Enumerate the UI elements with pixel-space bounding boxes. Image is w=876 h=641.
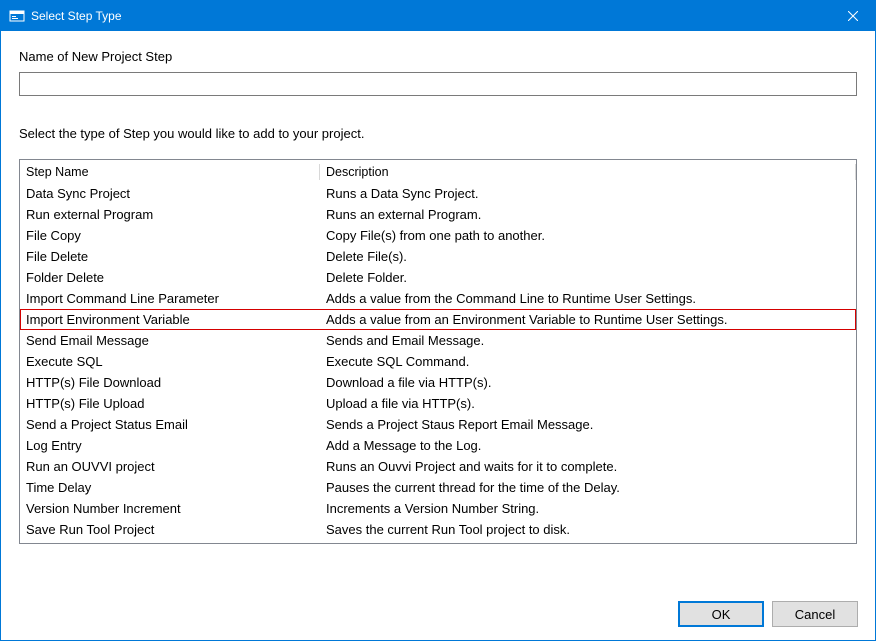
step-description-cell: Upload a file via HTTP(s). (321, 396, 855, 411)
step-name-cell: Folder Delete (21, 270, 321, 285)
close-icon (848, 11, 858, 21)
step-name-cell: Time Delay (21, 480, 321, 495)
dialog-content: Name of New Project Step Select the type… (1, 31, 875, 562)
step-name-cell: Log Entry (21, 438, 321, 453)
list-item[interactable]: Import Environment VariableAdds a value … (20, 309, 856, 330)
list-item[interactable]: Run an OUVVI projectRuns an Ouvvi Projec… (20, 456, 856, 477)
list-item[interactable]: Save Run Tool ProjectSaves the current R… (20, 519, 856, 540)
list-item[interactable]: File DeleteDelete File(s). (20, 246, 856, 267)
window-title: Select Step Type (31, 9, 830, 23)
step-description-cell: Increments a Version Number String. (321, 501, 855, 516)
step-description-cell: Runs an external Program. (321, 207, 855, 222)
step-name-cell: HTTP(s) File Upload (21, 396, 321, 411)
list-item[interactable]: Log EntryAdd a Message to the Log. (20, 435, 856, 456)
step-description-cell: Execute SQL Command. (321, 354, 855, 369)
step-description-cell: Copy File(s) from one path to another. (321, 228, 855, 243)
step-name-cell: File Copy (21, 228, 321, 243)
step-name-cell: Send Email Message (21, 333, 321, 348)
step-name-cell: Import Environment Variable (21, 312, 321, 327)
step-description-cell: Runs an Ouvvi Project and waits for it t… (321, 459, 855, 474)
list-item[interactable]: File CopyCopy File(s) from one path to a… (20, 225, 856, 246)
list-item[interactable]: Send a Project Status EmailSends a Proje… (20, 414, 856, 435)
step-description-cell: Sends and Email Message. (321, 333, 855, 348)
list-body: Data Sync ProjectRuns a Data Sync Projec… (20, 183, 856, 540)
ok-button[interactable]: OK (678, 601, 764, 627)
list-item[interactable]: HTTP(s) File UploadUpload a file via HTT… (20, 393, 856, 414)
list-item[interactable]: Execute SQLExecute SQL Command. (20, 351, 856, 372)
step-name-cell: File Delete (21, 249, 321, 264)
step-name-cell: Import Command Line Parameter (21, 291, 321, 306)
step-name-cell: HTTP(s) File Download (21, 375, 321, 390)
button-bar: OK Cancel (678, 601, 858, 627)
column-header-description[interactable]: Description (320, 162, 856, 182)
step-name-cell: Save Run Tool Project (21, 522, 321, 537)
step-description-cell: Pauses the current thread for the time o… (321, 480, 855, 495)
step-description-cell: Adds a value from the Command Line to Ru… (321, 291, 855, 306)
step-name-cell: Execute SQL (21, 354, 321, 369)
list-item[interactable]: Run external ProgramRuns an external Pro… (20, 204, 856, 225)
step-description-cell: Delete Folder. (321, 270, 855, 285)
list-item[interactable]: Folder DeleteDelete Folder. (20, 267, 856, 288)
step-name-cell: Run an OUVVI project (21, 459, 321, 474)
step-description-cell: Add a Message to the Log. (321, 438, 855, 453)
step-name-cell: Data Sync Project (21, 186, 321, 201)
instruction-label: Select the type of Step you would like t… (19, 126, 857, 141)
step-description-cell: Adds a value from an Environment Variabl… (321, 312, 855, 327)
step-name-cell: Send a Project Status Email (21, 417, 321, 432)
list-item[interactable]: HTTP(s) File DownloadDownload a file via… (20, 372, 856, 393)
step-description-cell: Saves the current Run Tool project to di… (321, 522, 855, 537)
step-name-input[interactable] (19, 72, 857, 96)
step-description-cell: Download a file via HTTP(s). (321, 375, 855, 390)
step-name-cell: Run external Program (21, 207, 321, 222)
step-description-cell: Delete File(s). (321, 249, 855, 264)
list-item[interactable]: Send Email MessageSends and Email Messag… (20, 330, 856, 351)
title-bar: Select Step Type (1, 1, 875, 31)
list-item[interactable]: Time DelayPauses the current thread for … (20, 477, 856, 498)
app-icon (9, 8, 25, 24)
list-item[interactable]: Import Command Line ParameterAdds a valu… (20, 288, 856, 309)
cancel-button[interactable]: Cancel (772, 601, 858, 627)
step-description-cell: Runs a Data Sync Project. (321, 186, 855, 201)
name-label: Name of New Project Step (19, 49, 857, 64)
step-description-cell: Sends a Project Staus Report Email Messa… (321, 417, 855, 432)
step-type-list: Step Name Description Data Sync ProjectR… (19, 159, 857, 544)
list-item[interactable]: Data Sync ProjectRuns a Data Sync Projec… (20, 183, 856, 204)
list-header: Step Name Description (20, 160, 856, 183)
column-header-name[interactable]: Step Name (20, 162, 320, 182)
step-name-cell: Version Number Increment (21, 501, 321, 516)
close-button[interactable] (830, 1, 875, 31)
list-item[interactable]: Version Number IncrementIncrements a Ver… (20, 498, 856, 519)
